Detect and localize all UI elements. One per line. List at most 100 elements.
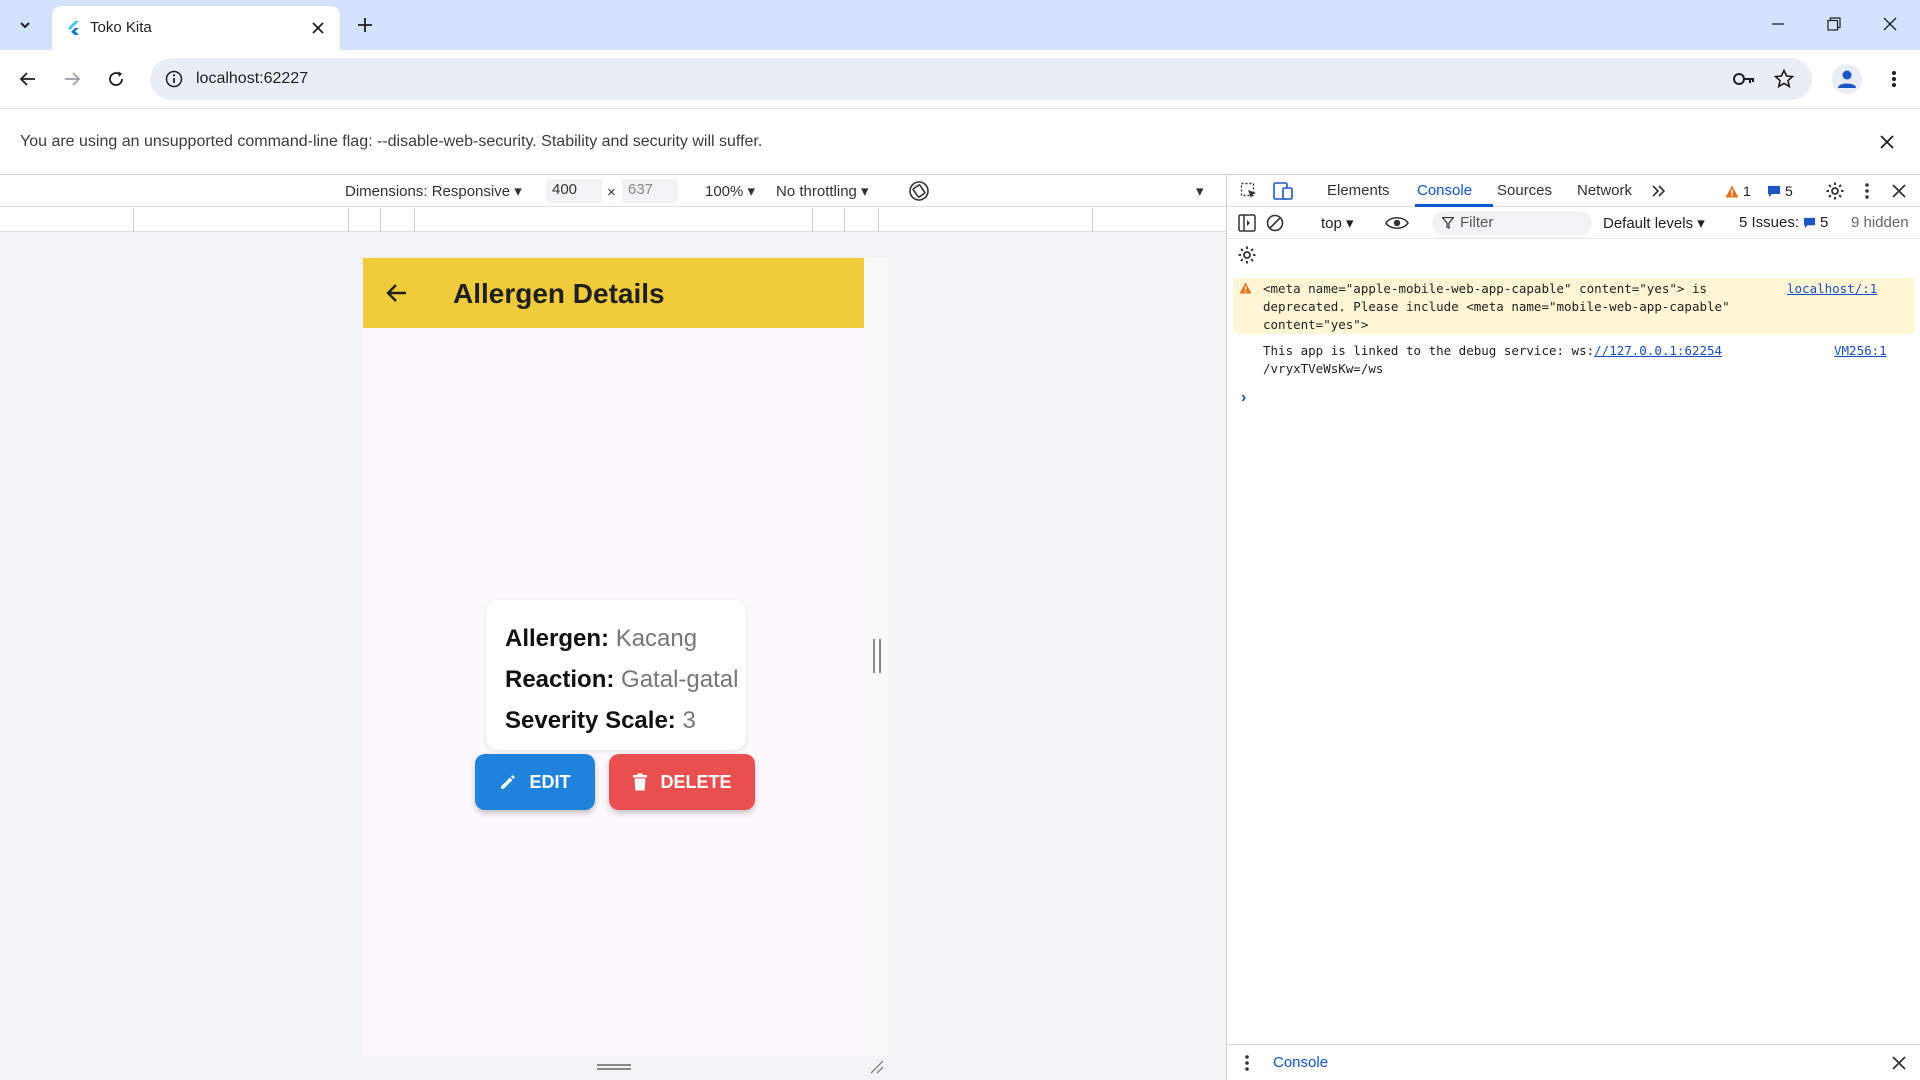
devtools-menu-icon[interactable] bbox=[1855, 179, 1879, 203]
live-expression-eye-icon[interactable] bbox=[1385, 211, 1409, 235]
console-settings-icon[interactable] bbox=[1235, 243, 1259, 267]
restore-icon[interactable] bbox=[1806, 0, 1862, 48]
filter-placeholder: Filter bbox=[1460, 214, 1494, 231]
ruler-mark[interactable] bbox=[812, 208, 813, 232]
log-text: This app is linked to the debug service:… bbox=[1263, 342, 1722, 378]
message-counter[interactable]: 5 bbox=[1767, 183, 1793, 199]
pencil-icon bbox=[499, 773, 517, 791]
throttling-dropdown[interactable]: No throttling ▾ bbox=[776, 182, 869, 200]
trash-icon bbox=[632, 773, 648, 791]
tab-network[interactable]: Network bbox=[1577, 182, 1632, 199]
hidden-count: 9 hidden bbox=[1851, 214, 1909, 231]
profile-avatar-icon[interactable] bbox=[1832, 64, 1862, 94]
ruler-mark[interactable] bbox=[878, 208, 879, 232]
warning-triangle-icon bbox=[1725, 185, 1739, 198]
info-bar-close-icon[interactable] bbox=[1876, 131, 1898, 153]
warning-line: content="yes"> bbox=[1263, 317, 1369, 332]
issues-message-icon bbox=[1803, 217, 1816, 229]
warning-counter[interactable]: 1 bbox=[1725, 183, 1751, 199]
log-levels-dropdown[interactable]: Default levels ▾ bbox=[1603, 214, 1705, 232]
right-resize-handle[interactable] bbox=[873, 639, 881, 673]
forward-icon[interactable] bbox=[56, 63, 88, 95]
drawer-menu-icon[interactable] bbox=[1235, 1051, 1259, 1075]
minimize-icon[interactable] bbox=[1750, 0, 1806, 48]
debug-service-link[interactable]: //127.0.0.1:62254 bbox=[1594, 343, 1722, 358]
site-info-icon[interactable] bbox=[162, 67, 186, 91]
bookmark-star-icon[interactable] bbox=[1772, 67, 1796, 91]
devtools-close-icon[interactable] bbox=[1887, 179, 1911, 203]
log-prefix: This app is linked to the debug service:… bbox=[1263, 343, 1595, 358]
log-source-link[interactable]: VM256:1 bbox=[1834, 342, 1887, 360]
flutter-favicon-icon bbox=[66, 20, 82, 36]
new-tab-icon[interactable] bbox=[352, 12, 378, 38]
warning-line: <meta name="apple-mobile-web-app-capable… bbox=[1263, 281, 1708, 296]
delete-button[interactable]: DELETE bbox=[609, 754, 755, 810]
more-tabs-icon[interactable] bbox=[1647, 179, 1671, 203]
rotate-icon[interactable] bbox=[906, 178, 932, 204]
issues-button[interactable]: 5 Issues: 5 bbox=[1739, 214, 1828, 231]
info-bar-message: You are using an unsupported command-lin… bbox=[20, 133, 763, 150]
tab-console[interactable]: Console bbox=[1417, 182, 1472, 199]
console-warning-message: <meta name="apple-mobile-web-app-capable… bbox=[1233, 278, 1915, 334]
devtools-tabbar: Elements Console Sources Network 1 5 bbox=[1227, 175, 1920, 207]
tab-elements[interactable]: Elements bbox=[1327, 182, 1390, 199]
ruler-mark[interactable] bbox=[348, 208, 349, 232]
address-bar[interactable]: localhost:62227 bbox=[150, 58, 1812, 100]
reload-icon[interactable] bbox=[100, 63, 132, 95]
context-selector[interactable]: top ▾ bbox=[1321, 214, 1354, 232]
allergen-label: Allergen: bbox=[505, 625, 610, 652]
allergen-value: Kacang bbox=[615, 625, 698, 652]
device-toolbar-more-icon[interactable]: ▾ bbox=[1196, 182, 1204, 200]
url-text[interactable]: localhost:62227 bbox=[196, 70, 308, 88]
drawer-tab-console[interactable]: Console bbox=[1273, 1054, 1328, 1071]
info-bar: You are using an unsupported command-lin… bbox=[0, 108, 1920, 175]
issues-count: 5 bbox=[1820, 214, 1829, 231]
ruler-mark[interactable] bbox=[414, 208, 415, 232]
width-input[interactable]: 400 bbox=[546, 179, 602, 203]
devtools-panel: Elements Console Sources Network 1 5 top… bbox=[1226, 175, 1920, 1080]
app-back-arrow-icon[interactable] bbox=[381, 277, 413, 309]
bottom-resize-handle[interactable] bbox=[597, 1064, 631, 1070]
console-prompt-icon[interactable]: › bbox=[1241, 389, 1246, 407]
throttling-label: No throttling bbox=[776, 183, 857, 200]
sidebar-toggle-icon[interactable] bbox=[1235, 211, 1259, 235]
inspect-element-icon[interactable] bbox=[1237, 179, 1261, 203]
ruler-mark[interactable] bbox=[133, 208, 134, 232]
console-log-message: This app is linked to the debug service:… bbox=[1233, 340, 1915, 382]
zoom-label: 100% bbox=[705, 183, 744, 200]
tab-close-icon[interactable] bbox=[306, 16, 330, 40]
ruler-mark[interactable] bbox=[380, 208, 381, 232]
log-line: This app is linked to the debug service:… bbox=[1263, 342, 1722, 360]
console-toolbar: top ▾ Filter Default levels ▾ 5 Issues: … bbox=[1227, 207, 1920, 239]
page-title: Allergen Details bbox=[453, 278, 665, 309]
ruler-mark[interactable] bbox=[1092, 208, 1093, 232]
zoom-dropdown[interactable]: 100% ▾ bbox=[705, 182, 755, 200]
severity-label: Severity Scale: bbox=[505, 707, 676, 734]
dimensions-dropdown[interactable]: Dimensions: Responsive ▾ bbox=[345, 182, 522, 200]
allergen-card: Allergen: Kacang Reaction: Gatal-gatal S… bbox=[486, 600, 746, 750]
corner-resize-icon[interactable] bbox=[868, 1058, 884, 1074]
devtools-settings-icon[interactable] bbox=[1823, 179, 1847, 203]
tab-sources[interactable]: Sources bbox=[1497, 182, 1552, 199]
dimensions-label: Dimensions: Responsive bbox=[345, 183, 511, 200]
browser-tab[interactable]: Toko Kita bbox=[52, 6, 340, 50]
issues-label: 5 Issues: bbox=[1739, 214, 1800, 231]
back-icon[interactable] bbox=[12, 63, 44, 95]
edit-button[interactable]: EDIT bbox=[475, 754, 595, 810]
device-toolbar: Dimensions: Responsive ▾ 400 × 637 100% … bbox=[0, 175, 1226, 207]
drawer-close-icon[interactable] bbox=[1887, 1051, 1911, 1075]
close-window-icon[interactable] bbox=[1862, 0, 1918, 48]
password-key-icon[interactable] bbox=[1732, 67, 1756, 91]
edit-label: EDIT bbox=[529, 771, 571, 792]
tab-title: Toko Kita bbox=[90, 19, 152, 36]
device-toggle-icon[interactable] bbox=[1271, 179, 1295, 203]
console-filter-input[interactable]: Filter bbox=[1432, 211, 1592, 235]
warning-source-link[interactable]: localhost/:1 bbox=[1787, 280, 1877, 298]
clear-console-icon[interactable] bbox=[1263, 211, 1287, 235]
height-input[interactable]: 637 bbox=[622, 179, 678, 203]
ruler-mark[interactable] bbox=[844, 208, 845, 232]
tab-search-dropdown-icon[interactable] bbox=[10, 12, 40, 38]
reaction-value: Gatal-gatal bbox=[621, 666, 739, 693]
browser-menu-icon[interactable] bbox=[1878, 63, 1910, 95]
severity-value: 3 bbox=[682, 707, 696, 734]
